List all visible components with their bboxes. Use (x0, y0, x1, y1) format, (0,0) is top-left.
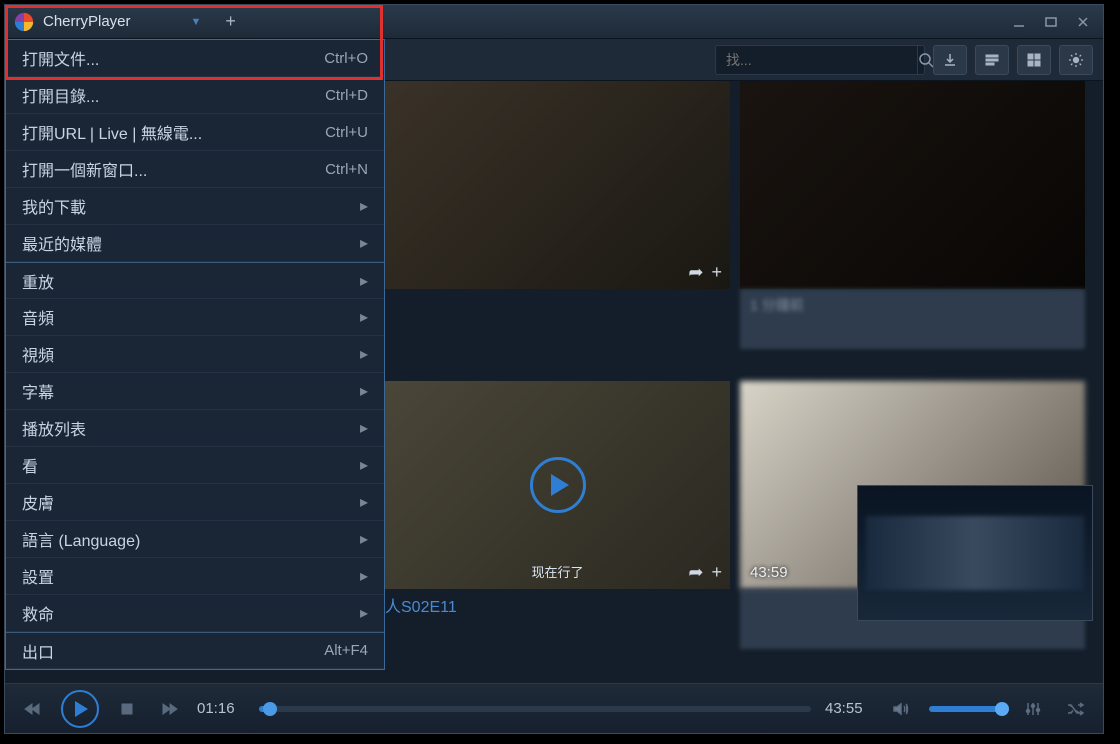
menu-item-label: 打開URL | Live | 無線電... (22, 120, 325, 144)
titlebar[interactable]: CherryPlayer ▼ + (5, 5, 1103, 39)
menu-item-label: 音頻 (22, 305, 360, 329)
download-button[interactable] (933, 45, 967, 75)
menu-item-label: 視頻 (22, 342, 360, 366)
submenu-arrow-icon: ▸ (360, 271, 368, 291)
menu-shortcut: Ctrl+D (325, 87, 368, 104)
menu-item-label: 打開文件... (22, 46, 324, 70)
seek-bar[interactable] (259, 706, 811, 712)
submenu-arrow-icon: ▸ (360, 603, 368, 623)
menu-item[interactable]: 最近的媒體▸ (6, 225, 384, 262)
menu-item-label: 救命 (22, 601, 360, 625)
share-icon[interactable]: ➦ (688, 562, 703, 583)
submenu-arrow-icon: ▸ (360, 307, 368, 327)
play-button[interactable] (61, 690, 99, 728)
menu-item-label: 出口 (22, 639, 324, 663)
menu-item[interactable]: 設置▸ (6, 558, 384, 595)
share-icon[interactable]: ➦ (688, 262, 703, 283)
video-thumbnail[interactable] (740, 81, 1085, 289)
menu-item[interactable]: 打開目錄...Ctrl+D (6, 77, 384, 114)
submenu-arrow-icon: ▸ (360, 455, 368, 475)
video-card[interactable]: 1 分鐘前 (740, 81, 1085, 349)
volume-icon[interactable] (887, 695, 915, 723)
stop-button[interactable] (113, 695, 141, 723)
new-tab-button[interactable]: + (225, 11, 236, 32)
playlist-toggle-button[interactable] (975, 45, 1009, 75)
menu-item[interactable]: 打開文件...Ctrl+O (6, 40, 384, 77)
close-button[interactable] (1071, 13, 1095, 31)
menu-item[interactable]: 字幕▸ (6, 373, 384, 410)
menu-item[interactable]: 重放▸ (6, 262, 384, 299)
menu-item-label: 皮膚 (22, 490, 360, 514)
submenu-arrow-icon: ▸ (360, 529, 368, 549)
menu-item-label: 我的下載 (22, 194, 360, 218)
search-button[interactable] (917, 46, 934, 74)
menu-item-label: 看 (22, 453, 360, 477)
menu-item[interactable]: 出口Alt+F4 (6, 632, 384, 669)
submenu-arrow-icon: ▸ (360, 566, 368, 586)
play-overlay-icon[interactable] (530, 457, 586, 513)
settings-button[interactable] (1059, 45, 1093, 75)
menu-item[interactable]: 打開URL | Live | 無線電...Ctrl+U (6, 114, 384, 151)
submenu-arrow-icon: ▸ (360, 492, 368, 512)
maximize-button[interactable] (1039, 13, 1063, 31)
submenu-arrow-icon: ▸ (360, 233, 368, 253)
app-title: CherryPlayer (43, 13, 131, 30)
thumbnail-caption: 现在行了 (531, 562, 583, 581)
total-time: 43:55 (825, 700, 873, 717)
next-track-button[interactable] (155, 695, 183, 723)
menu-item-label: 播放列表 (22, 416, 360, 440)
grid-view-button[interactable] (1017, 45, 1051, 75)
minimize-button[interactable] (1007, 13, 1031, 31)
menu-item[interactable]: 救命▸ (6, 595, 384, 632)
menu-item-label: 最近的媒體 (22, 231, 360, 255)
menu-shortcut: Alt+F4 (324, 642, 368, 659)
menu-item-label: 設置 (22, 564, 360, 588)
main-menu: 打開文件...Ctrl+O打開目錄...Ctrl+D打開URL | Live |… (5, 39, 385, 670)
episode-label[interactable]: 人S02E11 (385, 589, 730, 621)
menu-item[interactable]: 皮膚▸ (6, 484, 384, 521)
video-meta: 1 分鐘前 (740, 289, 1085, 349)
menu-item-label: 語言 (Language) (22, 527, 360, 551)
equalizer-button[interactable] (1019, 695, 1047, 723)
menu-item[interactable]: 音頻▸ (6, 299, 384, 336)
shuffle-button[interactable] (1061, 695, 1089, 723)
title-dropdown-icon[interactable]: ▼ (191, 16, 202, 28)
video-card[interactable]: ➦+ (385, 81, 730, 289)
menu-item-label: 字幕 (22, 379, 360, 403)
menu-shortcut: Ctrl+U (325, 124, 368, 141)
menu-item-label: 打開一個新窗口... (22, 157, 325, 181)
menu-item-label: 打開目錄... (22, 83, 325, 107)
app-window: CherryPlayer ▼ + ➦+ (4, 4, 1104, 734)
duration-label: 43:59 (750, 564, 788, 581)
menu-shortcut: Ctrl+N (325, 161, 368, 178)
submenu-arrow-icon: ▸ (360, 344, 368, 364)
video-card[interactable]: 现在行了 ➦ + 人S02E11 (385, 381, 730, 621)
menu-shortcut: Ctrl+O (324, 50, 368, 67)
add-icon[interactable]: + (711, 562, 722, 583)
menu-item[interactable]: 語言 (Language)▸ (6, 521, 384, 558)
app-logo-icon (13, 11, 35, 33)
menu-item[interactable]: 我的下載▸ (6, 188, 384, 225)
submenu-arrow-icon: ▸ (360, 418, 368, 438)
menu-item[interactable]: 打開一個新窗口...Ctrl+N (6, 151, 384, 188)
video-thumbnail[interactable]: 现在行了 ➦ + (385, 381, 730, 589)
search-input[interactable] (716, 52, 917, 68)
add-icon[interactable]: + (711, 262, 722, 283)
menu-item[interactable]: 視頻▸ (6, 336, 384, 373)
prev-track-button[interactable] (19, 695, 47, 723)
submenu-arrow-icon: ▸ (360, 196, 368, 216)
menu-item[interactable]: 看▸ (6, 447, 384, 484)
menu-item[interactable]: 播放列表▸ (6, 410, 384, 447)
search-box[interactable] (715, 45, 925, 75)
picture-in-picture[interactable] (857, 485, 1093, 621)
volume-slider[interactable] (929, 706, 1005, 712)
player-bar: 01:16 43:55 (5, 683, 1103, 733)
elapsed-time: 01:16 (197, 700, 245, 717)
menu-item-label: 重放 (22, 269, 360, 293)
submenu-arrow-icon: ▸ (360, 381, 368, 401)
video-thumbnail[interactable]: ➦+ (385, 81, 730, 289)
